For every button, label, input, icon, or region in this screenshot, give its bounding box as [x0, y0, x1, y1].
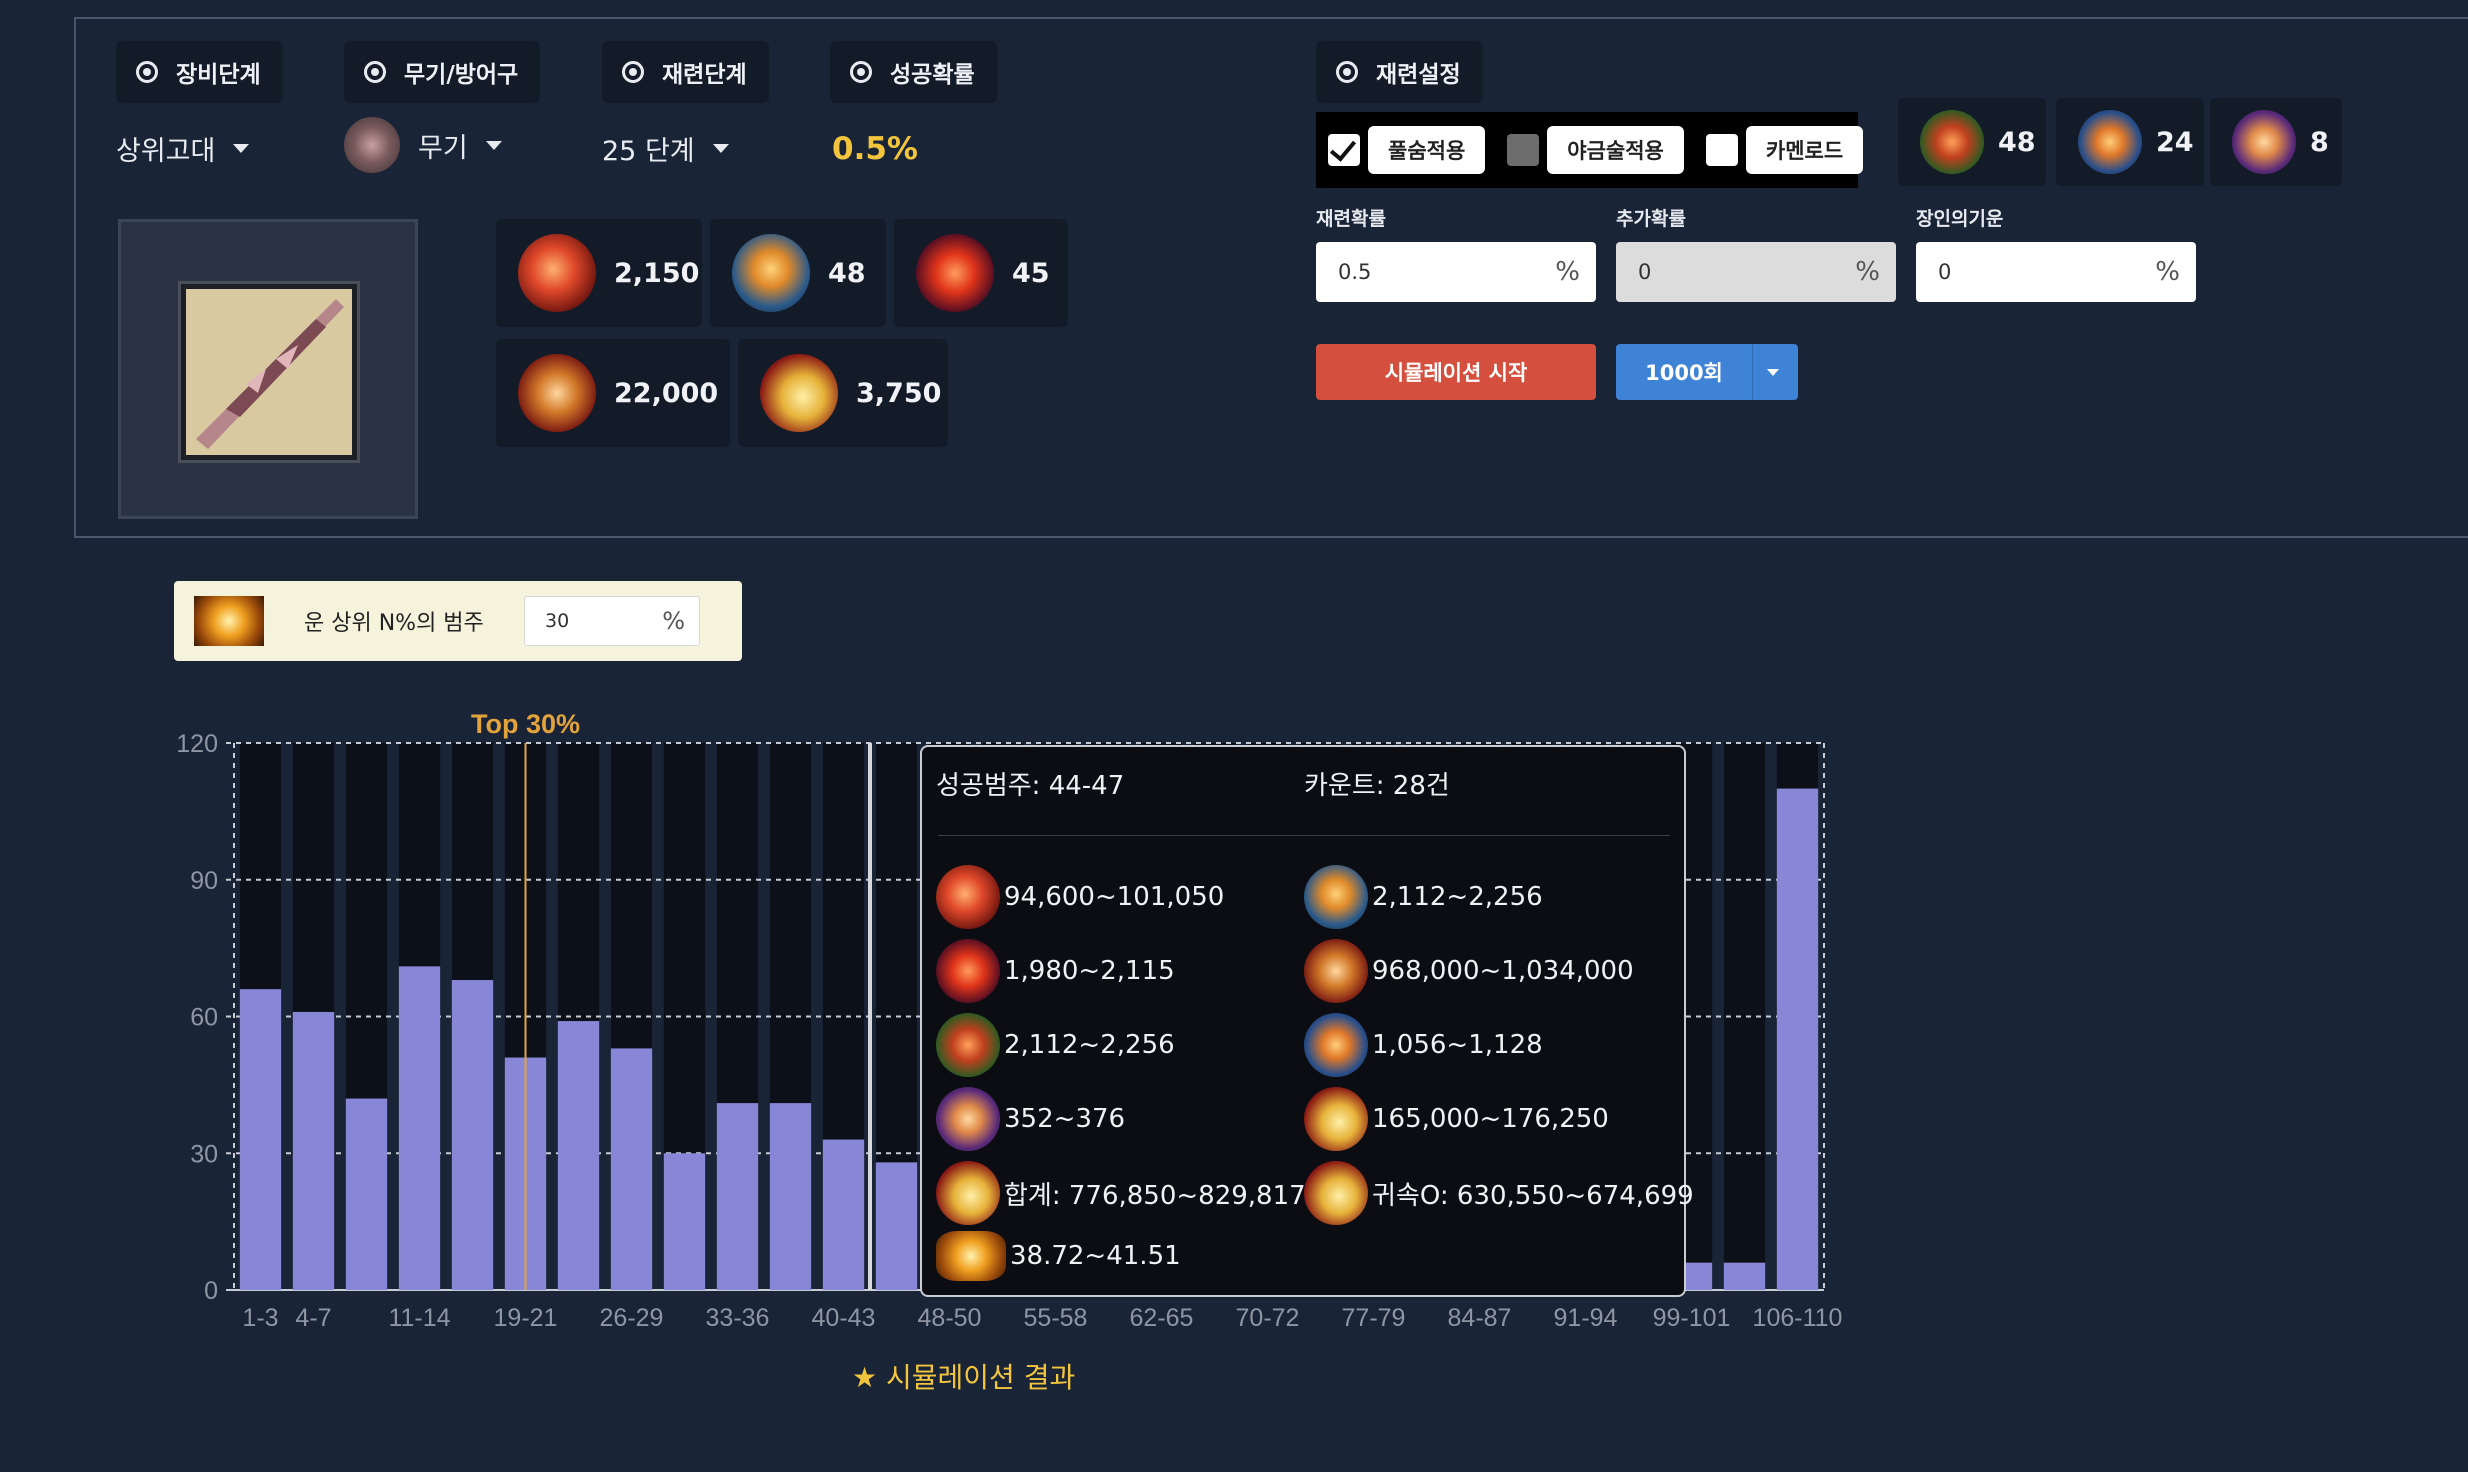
bar — [345, 1098, 388, 1290]
x-tick-label: 62-65 — [1130, 1304, 1194, 1332]
simulation-result-caption: ★ 시뮬레이션 결과 — [852, 1361, 1076, 1394]
x-tick-label: 4-7 — [295, 1304, 331, 1332]
y-tick-label: 30 — [190, 1140, 218, 1168]
tooltip-divider — [938, 835, 1670, 836]
bar — [451, 980, 494, 1290]
top-percent-label: Top 30% — [471, 709, 580, 739]
book-icon — [1304, 1013, 1368, 1077]
tooltip-value: 968,000~1,034,000 — [1372, 956, 1634, 986]
tooltip-row: 1,056~1,128 — [1304, 1013, 1543, 1077]
tooltip-row: 2,112~2,256 — [1304, 865, 1543, 929]
tooltip-count: 카운트: 28건 — [1304, 771, 1450, 801]
bar — [610, 1048, 653, 1290]
tooltip-value: 귀속O: 630,550~674,699 — [1372, 1180, 1694, 1211]
tooltip-value: 합계: 776,850~829,817 — [1004, 1180, 1306, 1211]
chart-tooltip: 성공범주: 44-47 카운트: 28건 94,600~101,050 2,11… — [920, 745, 1694, 1297]
bar — [716, 1103, 759, 1290]
tooltip-value: 352~376 — [1004, 1104, 1126, 1134]
x-tick-label: 19-21 — [494, 1304, 558, 1332]
x-tick-label: 91-94 — [1554, 1304, 1618, 1332]
tooltip-value: 2,112~2,256 — [1004, 1030, 1175, 1060]
tooltip-row: 합계: 776,850~829,817 — [936, 1161, 1306, 1225]
x-tick-label: 55-58 — [1024, 1304, 1088, 1332]
tooltip-value: 94,600~101,050 — [1004, 882, 1225, 912]
y-tick-label: 120 — [176, 730, 218, 758]
x-tick-label: 70-72 — [1236, 1304, 1300, 1332]
x-tick-label: 99-101 — [1653, 1304, 1731, 1332]
fusion-material-icon — [936, 939, 1000, 1003]
tooltip-value: 2,112~2,256 — [1372, 882, 1543, 912]
bar — [875, 1162, 918, 1290]
tooltip-range: 성공범주: 44-47 — [936, 771, 1125, 801]
x-tick-label: 40-43 — [812, 1304, 876, 1332]
bar — [822, 1139, 865, 1290]
destruction-stone-icon — [936, 865, 1000, 929]
bar — [769, 1103, 812, 1290]
bar — [663, 1153, 706, 1290]
bar — [398, 966, 441, 1290]
x-tick-label: 26-29 — [600, 1304, 664, 1332]
tooltip-value: 165,000~176,250 — [1372, 1104, 1609, 1134]
ingot-icon — [936, 1231, 1006, 1281]
tooltip-row: 2,112~2,256 — [936, 1013, 1175, 1077]
x-tick-label: 1-3 — [242, 1304, 278, 1332]
tooltip-value: 38.72~41.51 — [1010, 1241, 1181, 1271]
y-tick-label: 0 — [204, 1277, 218, 1305]
bar — [239, 989, 282, 1290]
x-tick-label: 106-110 — [1753, 1304, 1843, 1332]
bar — [292, 1011, 335, 1290]
x-tick-label: 77-79 — [1342, 1304, 1406, 1332]
x-tick-label: 48-50 — [918, 1304, 982, 1332]
bar — [1776, 788, 1819, 1290]
tooltip-row: 38.72~41.51 — [936, 1231, 1181, 1281]
bar — [557, 1021, 600, 1290]
tooltip-row: 1,980~2,115 — [936, 939, 1175, 1003]
tooltip-row: 968,000~1,034,000 — [1304, 939, 1634, 1003]
bar — [1723, 1262, 1766, 1290]
tooltip-row: 165,000~176,250 — [1304, 1087, 1609, 1151]
leapstone-icon — [1304, 865, 1368, 929]
shard-icon — [1304, 939, 1368, 1003]
gold-icon — [936, 1161, 1000, 1225]
tooltip-row: 귀속O: 630,550~674,699 — [1304, 1161, 1694, 1225]
x-tick-label: 33-36 — [706, 1304, 770, 1332]
y-tick-label: 90 — [190, 867, 218, 895]
x-tick-label: 84-87 — [1448, 1304, 1512, 1332]
x-tick-label: 11-14 — [388, 1304, 450, 1332]
gold-icon — [1304, 1161, 1368, 1225]
tooltip-row: 94,600~101,050 — [936, 865, 1224, 929]
tooltip-value: 1,980~2,115 — [1004, 956, 1175, 986]
gold-icon — [1304, 1087, 1368, 1151]
tooltip-row: 352~376 — [936, 1087, 1125, 1151]
breath-icon — [936, 1013, 1000, 1077]
gem-icon — [936, 1087, 1000, 1151]
tooltip-value: 1,056~1,128 — [1372, 1030, 1543, 1060]
y-tick-label: 60 — [190, 1004, 218, 1032]
